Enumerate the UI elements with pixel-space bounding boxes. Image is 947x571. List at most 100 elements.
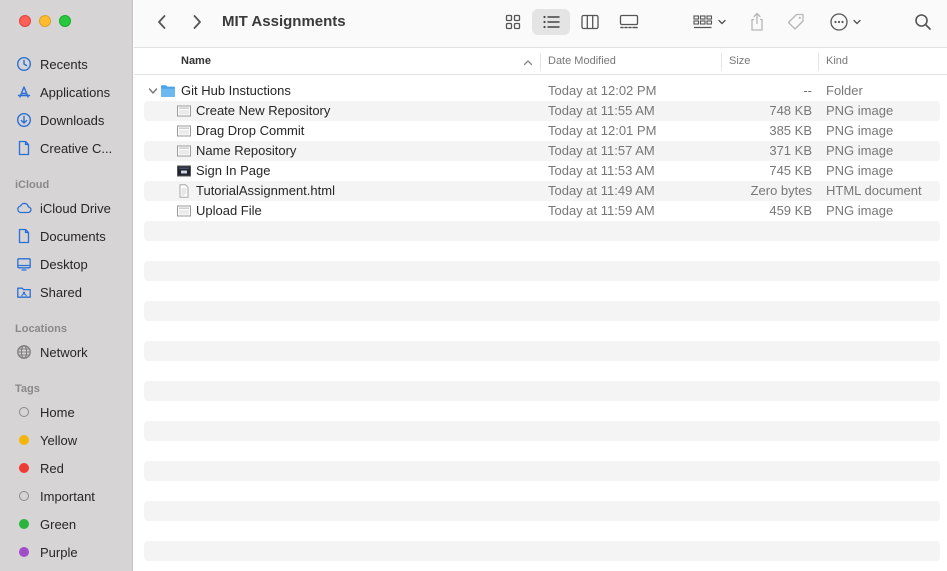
file-name: Sign In Page	[196, 163, 271, 178]
sidebar-item-desktop[interactable]: Desktop	[16, 253, 133, 275]
sidebar-item-label: Purple	[40, 544, 78, 560]
sidebar-item-label: iCloud Drive	[40, 200, 111, 216]
gallery-view-button[interactable]	[616, 9, 642, 35]
column-kind-header[interactable]: Kind	[826, 55, 848, 67]
file-date: Today at 12:01 PM	[548, 123, 657, 138]
file-date: Today at 11:53 AM	[548, 163, 655, 178]
sidebar-heading-icloud: iCloud	[15, 179, 50, 191]
folder-icon	[161, 85, 175, 97]
shared-folder-icon	[16, 284, 32, 300]
sidebar-tag-red[interactable]: Red	[16, 457, 133, 479]
empty-row-stripe	[144, 501, 940, 521]
file-name: Create New Repository	[196, 103, 331, 118]
clock-icon	[16, 56, 32, 72]
tag-green-icon	[16, 516, 32, 532]
gallery-icon	[619, 14, 639, 29]
sidebar-tag-home[interactable]: Home	[16, 401, 133, 423]
globe-icon	[16, 344, 32, 360]
empty-row-stripe	[144, 381, 940, 401]
group-by-button[interactable]	[690, 9, 730, 35]
file-row[interactable]: Drag Drop Commit Today at 12:01 PM 385 K…	[144, 121, 940, 141]
file-date: Today at 11:55 AM	[548, 103, 655, 118]
zoom-window-button[interactable]	[59, 15, 71, 27]
column-name-header[interactable]: Name	[181, 55, 211, 67]
sidebar-tag-important[interactable]: Important	[16, 485, 133, 507]
sidebar-item-icloud-drive[interactable]: iCloud Drive	[16, 197, 133, 219]
file-date: Today at 11:59 AM	[548, 203, 655, 218]
back-button[interactable]	[152, 12, 172, 32]
sidebar-tag-purple[interactable]: Purple	[16, 541, 133, 563]
sidebar-item-downloads[interactable]: Downloads	[16, 109, 133, 131]
minimize-window-button[interactable]	[39, 15, 51, 27]
sidebar-item-label: Red	[40, 460, 64, 476]
empty-row-stripe	[144, 221, 940, 241]
file-name: TutorialAssignment.html	[196, 183, 335, 198]
desktop-icon	[16, 256, 32, 272]
sidebar-item-shared[interactable]: Shared	[16, 281, 133, 303]
file-row[interactable]: Create New Repository Today at 11:55 AM …	[144, 101, 940, 121]
tag-hollow-icon	[16, 488, 32, 504]
sidebar-item-creative-cloud[interactable]: Creative C...	[16, 137, 133, 159]
file-size: 385 KB	[769, 123, 812, 138]
icon-view-button[interactable]	[500, 9, 526, 35]
file-row[interactable]: Name Repository Today at 11:57 AM 371 KB…	[144, 141, 940, 161]
column-divider[interactable]	[818, 53, 819, 71]
sidebar-item-applications[interactable]: Applications	[16, 81, 133, 103]
column-size-header[interactable]: Size	[729, 55, 750, 67]
ellipsis-circle-icon	[829, 13, 848, 31]
sidebar-item-label: Network	[40, 344, 88, 360]
file-name: Drag Drop Commit	[196, 123, 305, 138]
sidebar-item-label: Important	[40, 488, 95, 504]
column-date-modified-header[interactable]: Date Modified	[548, 55, 616, 67]
file-size: 745 KB	[769, 163, 812, 178]
tag-hollow-icon	[16, 404, 32, 420]
column-divider[interactable]	[721, 53, 722, 71]
grid-icon	[505, 14, 521, 30]
column-divider[interactable]	[540, 53, 541, 71]
sidebar-tag-green[interactable]: Green	[16, 513, 133, 535]
empty-row-stripe	[144, 421, 940, 441]
sidebar-heading-tags: Tags	[15, 383, 40, 395]
sidebar-tag-yellow[interactable]: Yellow	[16, 429, 133, 451]
download-icon	[16, 112, 32, 128]
image-file-icon	[177, 205, 191, 217]
disclosure-triangle-icon[interactable]	[147, 85, 159, 97]
empty-row-stripe	[144, 341, 940, 361]
file-date: Today at 11:57 AM	[548, 143, 655, 158]
file-row[interactable]: Sign In Page Today at 11:53 AM 745 KB PN…	[144, 161, 940, 181]
tag-yellow-icon	[16, 432, 32, 448]
sidebar-item-label: Home	[40, 404, 75, 420]
file-row-folder[interactable]: Git Hub Instuctions Today at 12:02 PM --…	[144, 81, 940, 101]
search-button[interactable]	[912, 9, 934, 35]
sidebar-item-documents[interactable]: Documents	[16, 225, 133, 247]
sidebar-item-label: Yellow	[40, 432, 78, 448]
forward-button[interactable]	[187, 12, 207, 32]
more-actions-button[interactable]	[826, 9, 864, 35]
sidebar-heading-locations: Locations	[15, 323, 67, 335]
chevron-left-icon	[158, 15, 166, 29]
empty-row-stripe	[144, 261, 940, 281]
sidebar-item-recents[interactable]: Recents	[16, 53, 133, 75]
sidebar-item-label: Downloads	[40, 112, 105, 128]
column-view-button[interactable]	[577, 9, 603, 35]
close-window-button[interactable]	[19, 15, 31, 27]
applications-icon	[16, 84, 32, 100]
file-size: 459 KB	[769, 203, 812, 218]
file-name: Name Repository	[196, 143, 297, 158]
tag-button[interactable]	[785, 9, 807, 35]
sidebar-item-label: Desktop	[40, 256, 88, 272]
sort-ascending-icon	[523, 60, 533, 66]
share-button[interactable]	[746, 9, 768, 35]
image-file-icon	[177, 105, 191, 117]
chevron-down-icon	[852, 19, 861, 25]
file-kind: PNG image	[826, 163, 894, 178]
sidebar-item-label: Green	[40, 516, 77, 532]
file-size: 748 KB	[769, 103, 812, 118]
list-view-button[interactable]	[532, 9, 570, 35]
share-icon	[751, 12, 763, 31]
sidebar-item-label: Creative C...	[40, 140, 113, 156]
file-row[interactable]: TutorialAssignment.html Today at 11:49 A…	[144, 181, 940, 201]
image-file-icon	[177, 125, 191, 137]
file-row[interactable]: Upload File Today at 11:59 AM 459 KB PNG…	[144, 201, 940, 221]
sidebar-item-network[interactable]: Network	[16, 341, 133, 363]
